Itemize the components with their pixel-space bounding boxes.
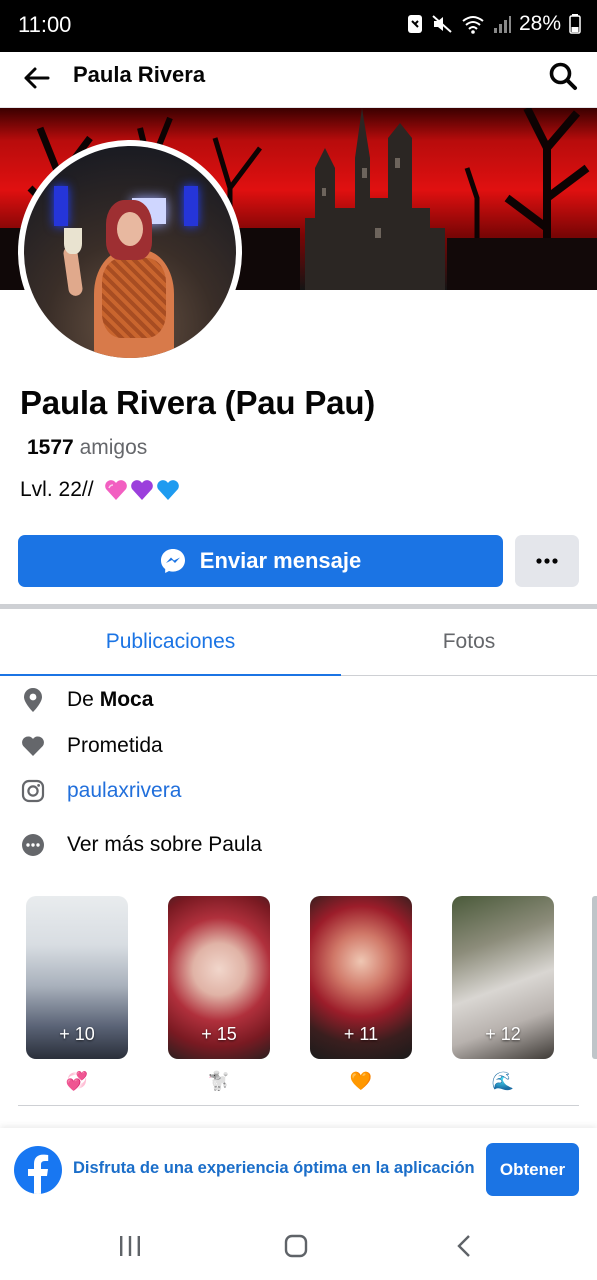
battery-icon (569, 14, 581, 34)
cover-trees-right (447, 108, 597, 290)
profile-bio: Lvl. 22// (20, 478, 180, 502)
location-value[interactable]: Moca (100, 688, 154, 711)
friends-label: amigos (79, 436, 148, 459)
instagram-link[interactable]: paulaxrivera (67, 779, 181, 803)
app-banner-text: Disfruta de una experiencia óptima en la… (73, 1159, 475, 1177)
status-time: 11:00 (18, 12, 72, 37)
status-bar: 11:00 28% (0, 0, 597, 52)
location-text: De Moca (67, 688, 153, 712)
cover-castle (305, 108, 445, 290)
nfc-icon (407, 14, 423, 34)
info-relationship: Prometida (0, 726, 597, 766)
info-see-more[interactable]: Ver más sobre Paula (0, 825, 597, 865)
instagram-icon (20, 778, 46, 804)
highlight-title: 💞 (65, 1071, 89, 1091)
avatar-glass (64, 228, 82, 254)
info-location: De Moca (0, 680, 597, 720)
profile-avatar[interactable] (24, 146, 236, 358)
header-title: Paula Rivera (73, 62, 206, 87)
avatar-bg-light (54, 186, 68, 226)
bio-hearts (104, 479, 180, 501)
location-pin-icon (20, 687, 46, 713)
highlight-title: 🧡 (349, 1071, 373, 1091)
facebook-logo-icon (14, 1146, 62, 1194)
highlight-card[interactable]: + 11 (310, 896, 412, 1059)
messenger-icon (160, 549, 185, 573)
back-button[interactable] (18, 60, 54, 96)
friends-count: 1577 (27, 436, 74, 459)
app-header: Paula Rivera (0, 52, 597, 108)
avatar-figure-top (102, 258, 166, 338)
highlight-count: + 11 (343, 1024, 379, 1044)
info-instagram: paulaxrivera (0, 771, 597, 811)
pink-heart-icon (104, 480, 127, 500)
highlight-count: + 12 (485, 1024, 521, 1044)
highlight-card[interactable]: + 15 (168, 896, 270, 1059)
heart-icon (20, 733, 46, 759)
blue-heart-icon (156, 480, 179, 500)
more-options-button[interactable] (515, 535, 579, 587)
highlight-count: + 15 (201, 1024, 237, 1044)
highlight-count: + 10 (59, 1024, 95, 1044)
send-message-label: Enviar mensaje (199, 548, 362, 573)
highlight-card[interactable]: + 10 (26, 896, 128, 1059)
highlight-title: 🌊 (491, 1071, 515, 1091)
recent-apps-icon (120, 1236, 140, 1256)
avatar-bg-light (184, 186, 198, 226)
battery-percent: 28% (518, 12, 561, 35)
app-install-banner: Disfruta de una experiencia óptima en la… (0, 1128, 597, 1210)
send-message-button[interactable]: Enviar mensaje (18, 535, 503, 587)
relationship-text: Prometida (67, 734, 163, 757)
get-app-button[interactable]: Obtener (486, 1143, 579, 1196)
wifi-icon (461, 14, 485, 34)
highlight-title: 🐩 (207, 1071, 231, 1091)
friends-count-row[interactable]: 1577 amigos (27, 436, 147, 460)
section-divider (18, 1105, 579, 1106)
highlight-card[interactable]: + 12 (452, 896, 554, 1059)
back-arrow-icon (24, 67, 50, 89)
search-button[interactable] (545, 58, 581, 94)
chevron-left-icon (457, 1235, 470, 1257)
featured-highlights: + 10 + 15 + 11 + 12 (0, 896, 597, 1060)
home-button[interactable] (276, 1228, 316, 1264)
search-icon (549, 62, 577, 90)
profile-tabs: Publicaciones Fotos (0, 609, 597, 676)
avatar-figure-face (117, 212, 143, 246)
system-back-button[interactable] (444, 1228, 484, 1264)
location-prefix: De (67, 688, 94, 711)
home-icon (284, 1234, 308, 1258)
purple-heart-icon (130, 480, 153, 500)
signal-icon (493, 14, 511, 34)
highlight-card-partial[interactable] (592, 896, 597, 1059)
status-icons: 28% (407, 12, 581, 36)
mute-icon (431, 14, 453, 34)
see-more-text: Ver más sobre Paula (67, 833, 262, 856)
system-nav-bar (0, 1210, 597, 1280)
recent-apps-button[interactable] (110, 1228, 150, 1264)
more-circle-icon (20, 832, 46, 858)
profile-name: Paula Rivera (Pau Pau) (20, 384, 376, 421)
more-dots-icon (536, 558, 558, 564)
tab-fotos[interactable]: Fotos (341, 609, 597, 675)
bio-text: Lvl. 22// (20, 478, 94, 501)
tab-publicaciones[interactable]: Publicaciones (0, 609, 341, 676)
